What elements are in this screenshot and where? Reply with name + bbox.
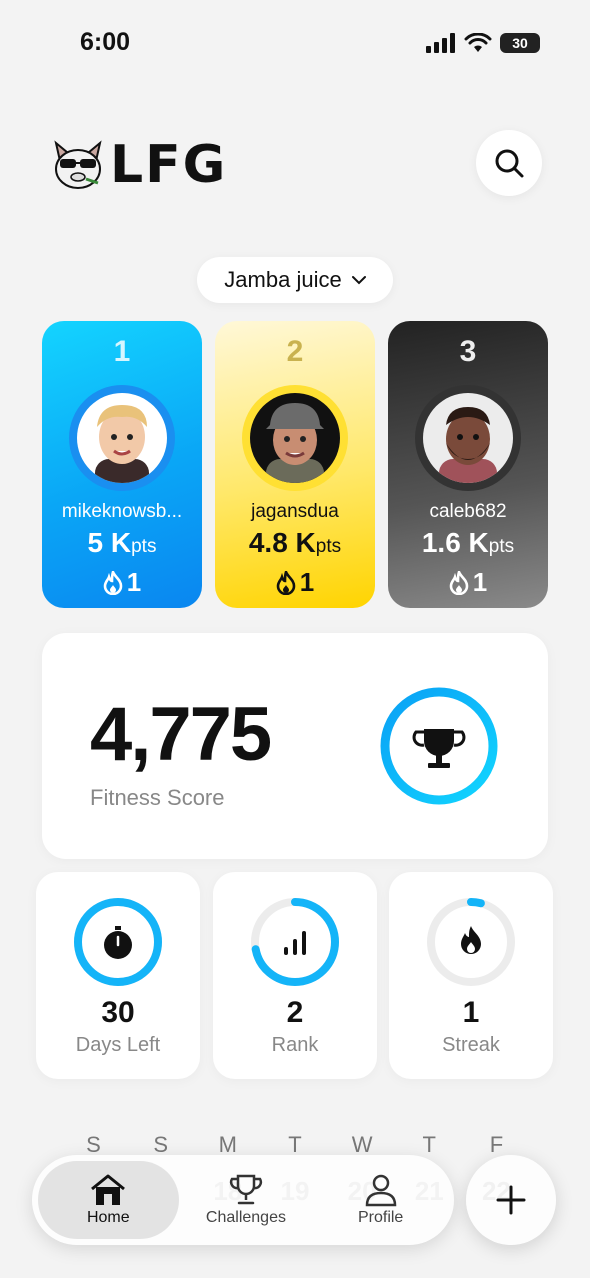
avatar: [250, 393, 340, 483]
search-icon: [495, 149, 524, 178]
leaderboard-rank: 2: [286, 335, 304, 368]
flame-icon: [276, 570, 296, 595]
leaderboard-points: 1.6 Kpts: [421, 527, 515, 558]
avatar-ring: [69, 385, 175, 491]
rank-label: Rank: [271, 1034, 319, 1056]
battery-indicator: 30: [500, 33, 540, 53]
leaderboard-card-2[interactable]: 2 jagansdua 4.8 Kpts 1: [215, 321, 375, 608]
fitness-score-card[interactable]: 4,775 Fitness Score: [42, 633, 548, 859]
avatar: [423, 393, 513, 483]
status-time: 6:00: [80, 28, 131, 56]
search-button[interactable]: [476, 130, 542, 196]
stopwatch-icon: [104, 926, 132, 959]
nav-home[interactable]: Home: [38, 1161, 179, 1239]
days-left-value: 30: [101, 996, 135, 1029]
streak-card[interactable]: 1 Streak: [389, 872, 553, 1079]
rank-progress-ring: [251, 898, 339, 986]
leaderboard-points: 4.8 Kpts: [248, 527, 342, 558]
rank-card[interactable]: 2 Rank: [213, 872, 377, 1079]
home-icon: [91, 1174, 126, 1205]
nav-profile[interactable]: Profile: [313, 1161, 448, 1239]
bottom-nav: Home Challenges Profile: [32, 1155, 454, 1245]
leaderboard-username: jagansdua: [251, 501, 339, 522]
bulldog-mascot-icon: [54, 140, 102, 189]
logo-text: LFG: [110, 135, 228, 195]
streak-label: Streak: [442, 1034, 500, 1056]
days-left-label: Days Left: [75, 1034, 161, 1056]
trophy-progress-ring: [380, 687, 498, 805]
streak-progress-ring: [427, 898, 515, 986]
group-dropdown[interactable]: Jamba juice: [197, 257, 393, 303]
avatar-ring: [415, 385, 521, 491]
signal-icon: [426, 33, 455, 53]
fitness-score-label: Fitness Score: [90, 785, 225, 810]
plus-icon: [496, 1185, 526, 1215]
status-bar: 6:00 30: [0, 0, 590, 90]
nav-home-label: Home: [86, 1209, 130, 1226]
stopwatch-progress-ring: [74, 898, 162, 986]
leaderboard-username: mikeknowsb...: [61, 501, 183, 522]
leaderboard-username: caleb682: [429, 501, 507, 522]
nav-challenges-label: Challenges: [205, 1209, 286, 1226]
fitness-score-value: 4,775: [90, 692, 272, 777]
streak-value: 1: [462, 996, 480, 1029]
leaderboard-rank: 3: [459, 335, 477, 368]
add-button[interactable]: [466, 1155, 556, 1245]
nav-challenges[interactable]: Challenges: [179, 1161, 314, 1239]
person-icon: [365, 1174, 396, 1207]
leaderboard-card-1[interactable]: 1 mikeknowsb... 5 Kpts 1: [42, 321, 202, 608]
app-logo: LFG: [50, 135, 227, 195]
leaderboard-streak: 1: [388, 567, 548, 598]
leaderboard-streak: 1: [215, 567, 375, 598]
nav-profile-label: Profile: [357, 1209, 404, 1226]
rank-value: 2: [286, 996, 304, 1029]
flame-icon: [103, 570, 123, 595]
wifi-icon: [464, 33, 492, 52]
flame-icon: [449, 570, 469, 595]
avatar-ring: [242, 385, 348, 491]
days-left-card[interactable]: 30 Days Left: [36, 872, 200, 1079]
avatar: [77, 393, 167, 483]
trophy-icon: [229, 1174, 262, 1205]
chevron-down-icon: [351, 276, 366, 285]
trophy-icon: [412, 729, 466, 768]
group-dropdown-label: Jamba juice: [224, 267, 342, 292]
leaderboard-points: 5 Kpts: [87, 527, 157, 558]
flame-icon: [461, 926, 481, 954]
bar-chart-icon: [284, 931, 306, 955]
leaderboard-streak: 1: [42, 567, 202, 598]
leaderboard-rank: 1: [113, 335, 131, 368]
leaderboard-card-3[interactable]: 3 caleb682 1.6 Kpts 1: [388, 321, 548, 608]
weekday-label: F: [489, 1132, 504, 1157]
status-icons: 30: [426, 33, 540, 53]
